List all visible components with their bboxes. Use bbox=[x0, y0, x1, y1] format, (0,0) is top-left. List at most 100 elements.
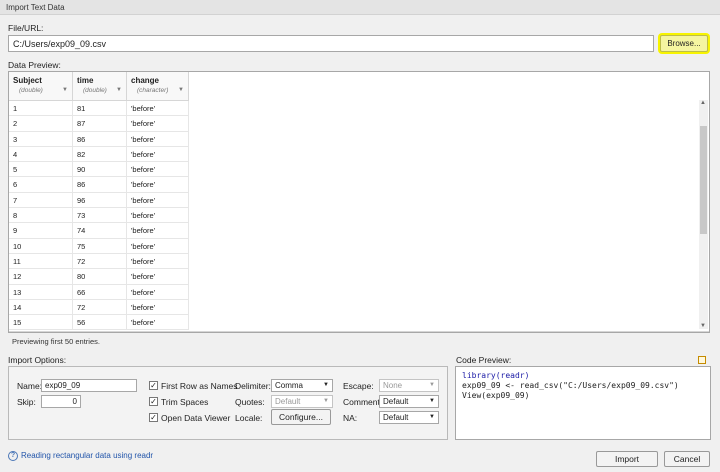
table-cell: 'before' bbox=[127, 162, 189, 177]
table-cell: 82 bbox=[73, 146, 127, 162]
table-cell: 10 bbox=[9, 238, 73, 253]
table-row: 9 74'before' bbox=[9, 223, 189, 239]
table-row: 13 66'before' bbox=[9, 284, 189, 300]
na-select[interactable]: Default ▼ bbox=[379, 411, 439, 424]
table-cell: 'before' bbox=[127, 208, 189, 223]
comment-label: Comment: bbox=[343, 397, 383, 407]
column-type: (character) bbox=[137, 87, 169, 94]
code-preview[interactable]: library(readr) exp09_09 <- read_csv("C:/… bbox=[455, 366, 711, 440]
window-title: Import Text Data bbox=[0, 0, 720, 15]
delimiter-value: Comma bbox=[275, 381, 304, 390]
table-row: 1 81'before' bbox=[9, 101, 189, 117]
chevron-down-icon[interactable]: ▼ bbox=[62, 87, 68, 93]
table-cell: 96 bbox=[73, 192, 127, 208]
table-row: 4 82'before' bbox=[9, 146, 189, 163]
table-cell: 'before' bbox=[127, 146, 189, 162]
import-button[interactable]: Import bbox=[596, 451, 658, 467]
skip-input[interactable]: 0 bbox=[41, 395, 81, 408]
table-cell: 'before' bbox=[127, 116, 189, 131]
comment-select[interactable]: Default ▼ bbox=[379, 395, 439, 408]
table-cell: 2 bbox=[9, 116, 73, 131]
table-row: 2 87'before' bbox=[9, 116, 189, 132]
chevron-down-icon[interactable]: ▼ bbox=[116, 87, 122, 93]
table-cell: 'before' bbox=[127, 299, 189, 315]
table-cell: 87 bbox=[73, 116, 127, 131]
name-label: Name: bbox=[17, 381, 43, 391]
table-row: 5 90'before' bbox=[9, 162, 189, 178]
help-link[interactable]: Reading rectangular data using readr bbox=[21, 451, 153, 460]
column-name: Subject bbox=[13, 76, 42, 85]
delimiter-select[interactable]: Comma ▼ bbox=[271, 379, 333, 392]
table-cell: 81 bbox=[73, 101, 127, 116]
code-line: library(readr) bbox=[462, 371, 530, 380]
table-cell: 73 bbox=[73, 208, 127, 223]
file-url-label: File/URL: bbox=[8, 23, 44, 33]
skip-label: Skip: bbox=[17, 397, 36, 407]
vertical-scrollbar[interactable]: ▲ ▼ bbox=[699, 100, 708, 329]
column-header-subject[interactable]: Subject (double) ▼ bbox=[9, 72, 73, 100]
first-row-label: First Row as Names bbox=[161, 381, 238, 391]
table-header: Subject (double) ▼ time (double) ▼ chang… bbox=[9, 72, 189, 101]
trim-spaces-label: Trim Spaces bbox=[161, 397, 209, 407]
table-cell: 9 bbox=[9, 223, 73, 238]
table-cell: 74 bbox=[73, 223, 127, 238]
table-cell: 1 bbox=[9, 101, 73, 116]
chevron-down-icon: ▼ bbox=[429, 414, 435, 420]
data-preview-label: Data Preview: bbox=[8, 60, 61, 70]
chevron-down-icon: ▼ bbox=[429, 398, 435, 404]
table-cell: 80 bbox=[73, 269, 127, 284]
name-input[interactable]: exp09_09 bbox=[41, 379, 137, 392]
table-row: 15 56'before' bbox=[9, 315, 189, 331]
import-options-panel: Name: exp09_09 Skip: 0 ✓ First Row as Na… bbox=[8, 366, 448, 440]
table-cell: 72 bbox=[73, 299, 127, 315]
chevron-down-icon: ▼ bbox=[429, 382, 435, 388]
table-cell: 13 bbox=[9, 284, 73, 299]
table-cell: 90 bbox=[73, 162, 127, 177]
open-viewer-checkbox[interactable]: ✓ bbox=[149, 413, 158, 422]
quotes-value: Default bbox=[275, 397, 301, 406]
na-label: NA: bbox=[343, 413, 358, 423]
scroll-down-icon[interactable]: ▼ bbox=[700, 323, 706, 329]
trim-spaces-checkbox[interactable]: ✓ bbox=[149, 397, 158, 406]
column-header-time[interactable]: time (double) ▼ bbox=[73, 72, 127, 100]
scrollbar-thumb[interactable] bbox=[700, 126, 707, 234]
preview-divider bbox=[9, 331, 709, 332]
configure-button[interactable]: Configure... bbox=[271, 409, 331, 425]
browse-button[interactable]: Browse... bbox=[660, 35, 708, 52]
copy-icon[interactable] bbox=[698, 356, 706, 364]
preview-status: Previewing first 50 entries. bbox=[12, 337, 100, 346]
escape-select[interactable]: None ▼ bbox=[379, 379, 439, 392]
cancel-button[interactable]: Cancel bbox=[664, 451, 710, 467]
comment-value: Default bbox=[383, 397, 409, 406]
table-cell: 75 bbox=[73, 238, 127, 253]
table-cell: 14 bbox=[9, 299, 73, 315]
table-cell: 86 bbox=[73, 177, 127, 192]
na-value: Default bbox=[383, 413, 409, 422]
table-cell: 72 bbox=[73, 253, 127, 269]
scroll-up-icon[interactable]: ▲ bbox=[700, 100, 706, 106]
column-header-change[interactable]: change (character) ▼ bbox=[127, 72, 189, 100]
table-cell: 3 bbox=[9, 131, 73, 146]
table-cell: 6 bbox=[9, 177, 73, 192]
first-row-checkbox[interactable]: ✓ bbox=[149, 381, 158, 390]
quotes-select[interactable]: Default ▼ bbox=[271, 395, 333, 408]
table-cell: 'before' bbox=[127, 223, 189, 238]
table-row: 14 72'before' bbox=[9, 299, 189, 316]
table-row: 8 73'before' bbox=[9, 208, 189, 224]
table-cell: 'before' bbox=[127, 192, 189, 208]
file-url-input[interactable]: C:/Users/exp09_09.csv bbox=[8, 35, 654, 52]
table-cell: 11 bbox=[9, 253, 73, 269]
table-row: 10 75'before' bbox=[9, 238, 189, 254]
table-cell: 5 bbox=[9, 162, 73, 177]
chevron-down-icon[interactable]: ▼ bbox=[178, 87, 184, 93]
table-cell: 4 bbox=[9, 146, 73, 162]
help-icon[interactable]: ? bbox=[8, 451, 18, 461]
table-cell: 66 bbox=[73, 284, 127, 299]
table-row: 12 80'before' bbox=[9, 269, 189, 285]
code-preview-label: Code Preview: bbox=[456, 355, 512, 365]
table-cell: 'before' bbox=[127, 253, 189, 269]
chevron-down-icon: ▼ bbox=[323, 382, 329, 388]
import-options-label: Import Options: bbox=[8, 355, 67, 365]
locale-label: Locale: bbox=[235, 413, 263, 423]
escape-value: None bbox=[383, 381, 403, 390]
